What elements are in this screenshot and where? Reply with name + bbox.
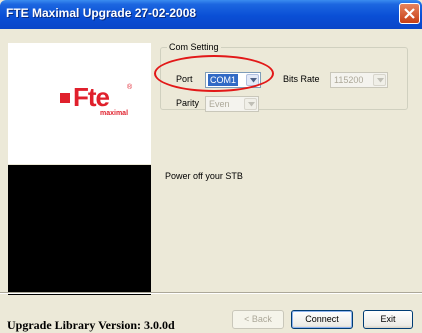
exit-button[interactable]: Exit — [363, 310, 413, 329]
connect-button[interactable]: Connect — [291, 310, 353, 329]
window-title: FTE Maximal Upgrade 27-02-2008 — [6, 6, 197, 20]
fte-logo: Fte ® maximal — [60, 82, 150, 136]
logo-registered-mark: ® — [127, 84, 133, 91]
logo-wordmark: Fte — [73, 82, 110, 112]
close-icon[interactable] — [399, 3, 420, 24]
status-message: Power off your STB — [165, 171, 243, 181]
logo-panel: Fte ® maximal — [8, 43, 151, 164]
chevron-down-icon[interactable] — [373, 74, 386, 86]
parity-select[interactable]: Even — [205, 96, 259, 112]
title-bar[interactable]: FTE Maximal Upgrade 27-02-2008 — [0, 0, 422, 29]
parity-value: Even — [209, 99, 230, 109]
bits-rate-label: Bits Rate — [283, 74, 320, 84]
back-button[interactable]: < Back — [232, 310, 284, 329]
parity-label: Parity — [176, 98, 200, 108]
com-setting-legend: Com Setting — [169, 42, 219, 52]
chevron-down-icon[interactable] — [244, 98, 257, 110]
bits-rate-select[interactable]: 115200 — [330, 72, 388, 88]
bits-rate-value: 115200 — [334, 75, 364, 85]
logo-subtitle: maximal — [100, 110, 129, 117]
library-version: Upgrade Library Version: 3.0.0d — [7, 318, 175, 332]
image-panel — [8, 165, 151, 295]
highlight-circle — [154, 55, 274, 92]
divider — [0, 293, 422, 294]
logo-square — [60, 93, 70, 103]
